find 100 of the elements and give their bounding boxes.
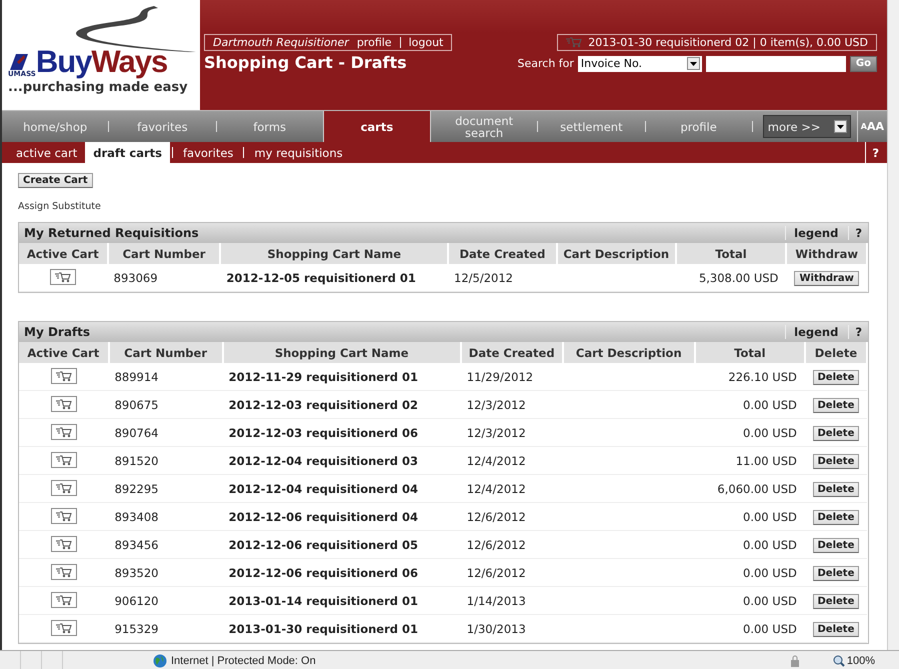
table-cell: 12/4/2012 — [460, 446, 563, 474]
column-header: Date Created — [448, 243, 557, 264]
sub-tab[interactable]: favorites — [174, 142, 242, 163]
help-link[interactable]: ? — [848, 226, 868, 240]
cart-icon — [56, 538, 72, 550]
row-action-button[interactable]: Delete — [812, 538, 860, 552]
cart-icon — [55, 272, 72, 283]
nav-tab[interactable]: document search — [431, 111, 538, 142]
column-header: Shopping Cart Name — [222, 342, 461, 363]
search-field[interactable] — [706, 56, 846, 72]
column-header: Active Cart — [19, 243, 108, 264]
cart-summary: 2013-01-30 requisitionerd 02 | 0 item(s), 0.00 USD — [588, 36, 868, 49]
table-cell: 12/6/2012 — [460, 530, 563, 558]
table-cell: 5,308.00 USD — [676, 264, 786, 292]
search-type-select[interactable]: Invoice No. — [578, 56, 702, 72]
table-cell: 2012-12-04 requisitionerd 03 — [222, 446, 461, 474]
sub-tab[interactable]: draft carts — [85, 142, 170, 163]
table-cell: 890764 — [108, 418, 223, 446]
table-cell: 1/14/2013 — [460, 586, 563, 614]
more-select[interactable]: more >> — [762, 115, 851, 138]
table-cell: 2013-01-14 requisitionerd 01 — [222, 586, 461, 614]
table-cell: 889914 — [108, 363, 223, 390]
set-active-cart-button[interactable] — [50, 564, 77, 580]
security-zone: Internet | Protected Mode: On — [171, 654, 316, 666]
set-active-cart-button[interactable] — [50, 592, 77, 608]
cart-icon — [56, 510, 72, 522]
row-action-button[interactable]: Delete — [812, 398, 860, 412]
table-cell: 0.00 USD — [694, 558, 805, 586]
table-cell: 12/6/2012 — [460, 502, 563, 530]
table-cell: 0.00 USD — [694, 614, 805, 642]
row-action-button[interactable]: Delete — [812, 482, 860, 496]
cart-icon — [56, 566, 72, 578]
table-cell: 12/4/2012 — [460, 474, 563, 502]
set-active-cart-button[interactable] — [50, 424, 77, 440]
nav-tab[interactable]: carts — [322, 111, 431, 142]
table-cell: 2012-12-06 requisitionerd 04 — [222, 502, 461, 530]
create-cart-button[interactable]: Create Cart — [18, 173, 93, 188]
brand-tagline: ...purchasing made easy — [8, 80, 188, 95]
column-header: Total — [676, 243, 786, 264]
set-active-cart-button[interactable] — [50, 396, 77, 412]
scrollbar[interactable] — [887, 0, 899, 650]
table-cell: 2012-12-03 requisitionerd 02 — [222, 390, 461, 418]
cart-icon — [56, 398, 72, 410]
cart-icon — [56, 594, 72, 606]
table-cell: 2012-12-05 requisitionerd 01 — [220, 264, 448, 292]
section-title: My Drafts — [24, 325, 92, 339]
table-cell: 11.00 USD — [694, 446, 805, 474]
sub-tab[interactable]: active cart — [8, 142, 86, 163]
set-active-cart-button[interactable] — [50, 536, 77, 552]
table-cell: 12/5/2012 — [448, 264, 557, 292]
set-active-cart-button[interactable] — [50, 368, 77, 384]
row-action-button[interactable]: Delete — [812, 594, 860, 608]
set-active-cart-button[interactable] — [50, 620, 77, 636]
cart-icon — [56, 370, 72, 382]
table-cell: 893520 — [108, 558, 223, 586]
legend-link[interactable]: legend — [785, 325, 848, 339]
legend-link[interactable]: legend — [785, 226, 848, 240]
page-title: Shopping Cart - Drafts — [204, 53, 407, 72]
assign-substitute-link[interactable]: Assign Substitute — [18, 201, 101, 212]
column-header: Date Created — [460, 342, 563, 363]
row-action-button[interactable]: Delete — [812, 622, 860, 636]
cart-icon — [56, 482, 72, 494]
table-cell: 11/29/2012 — [460, 363, 563, 390]
set-active-cart-button[interactable] — [50, 508, 77, 524]
search-label: Search for — [518, 57, 574, 70]
caret-icon — [686, 57, 700, 70]
table-cell: 226.10 USD — [694, 363, 805, 390]
table-cell: 893408 — [108, 502, 223, 530]
zoom-level[interactable]: 100% — [846, 654, 875, 666]
set-active-cart-button[interactable] — [50, 480, 77, 496]
table-cell: 0.00 USD — [694, 418, 805, 446]
column-header: Shopping Cart Name — [220, 243, 448, 264]
table-cell: 2012-12-04 requisitionerd 04 — [222, 474, 461, 502]
header-link[interactable]: profile — [356, 36, 392, 49]
table-cell: 2012-11-29 requisitionerd 01 — [222, 363, 461, 390]
sub-tab[interactable]: my requisitions — [246, 142, 351, 163]
section-title: My Returned Requisitions — [24, 226, 200, 240]
set-active-cart-button[interactable] — [50, 269, 76, 286]
table-cell: 12/3/2012 — [460, 390, 563, 418]
row-action-button[interactable]: Withdraw — [794, 270, 859, 286]
table-cell: 906120 — [108, 586, 223, 614]
cart-summary-box[interactable]: 2013-01-30 requisitionerd 02 | 0 item(s), 0.00 USD — [557, 34, 877, 51]
set-active-cart-button[interactable] — [50, 452, 77, 468]
row-action-button[interactable]: Delete — [812, 426, 860, 440]
table-cell: 890675 — [108, 390, 223, 418]
column-header: Active Cart — [19, 342, 109, 363]
table-cell: 0.00 USD — [694, 390, 805, 418]
column-header: Cart Number — [108, 243, 220, 264]
table-cell: 2012-12-06 requisitionerd 06 — [222, 558, 461, 586]
row-action-button[interactable]: Delete — [812, 370, 860, 384]
row-action-button[interactable]: Delete — [812, 566, 860, 580]
row-action-button[interactable]: Delete — [812, 454, 860, 468]
cart-icon — [566, 37, 582, 48]
brand-wordmark: BuyWays — [36, 46, 168, 78]
column-header: Cart Description — [562, 342, 695, 363]
table-cell: 892295 — [108, 474, 223, 502]
help-link[interactable]: ? — [848, 325, 868, 339]
zoom-icon — [832, 654, 845, 666]
header-link[interactable]: logout — [408, 36, 444, 49]
row-action-button[interactable]: Delete — [812, 510, 860, 524]
